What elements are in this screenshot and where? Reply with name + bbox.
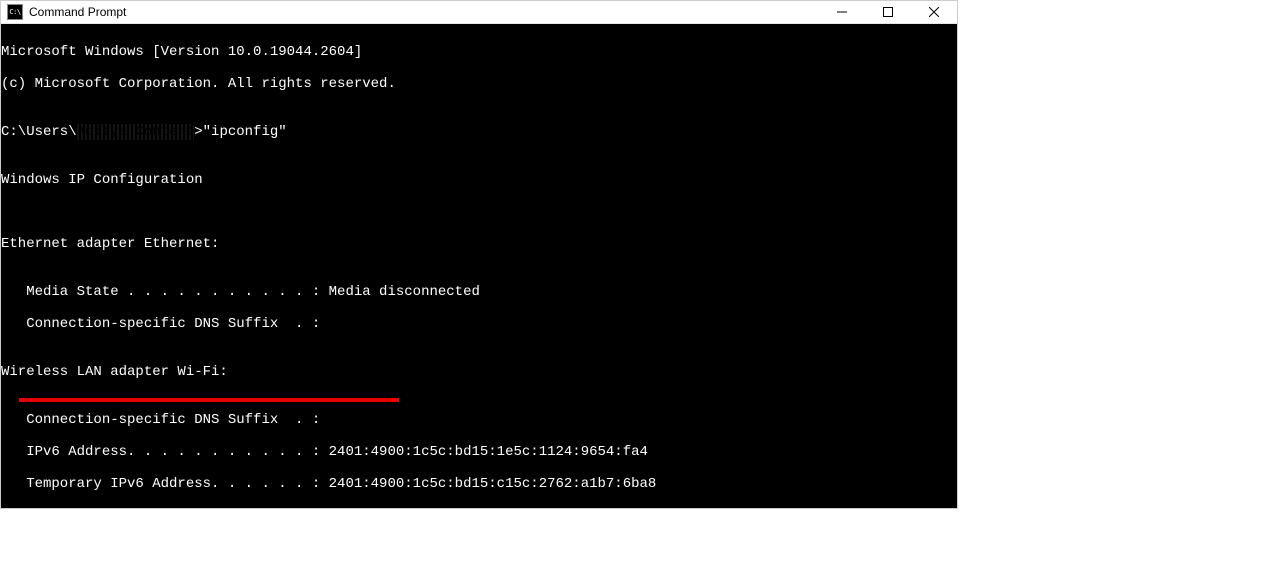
output-line: Connection-specific DNS Suffix . : <box>1 412 957 428</box>
cmd-icon: C:\ <box>7 4 23 20</box>
output-line: Microsoft Windows [Version 10.0.19044.26… <box>1 44 957 60</box>
output-line: Windows IP Configuration <box>1 172 957 188</box>
window-title: Command Prompt <box>29 5 819 19</box>
titlebar[interactable]: C:\ Command Prompt <box>1 1 957 24</box>
output-line: IPv6 Address. . . . . . . . . . . : 2401… <box>1 444 957 460</box>
close-button[interactable] <box>911 1 957 23</box>
window-controls <box>819 1 957 23</box>
redacted-user: Aditya Content <box>77 124 195 140</box>
highlight-underline <box>19 398 399 402</box>
terminal-output[interactable]: Microsoft Windows [Version 10.0.19044.26… <box>1 24 957 508</box>
output-line: Connection-specific DNS Suffix . : <box>1 316 957 332</box>
prompt-line: C:\Users\Aditya Content>"ipconfig" <box>1 124 957 140</box>
cmd-icon-glyph: C:\ <box>9 9 20 16</box>
prompt-path: C:\Users\ <box>1 124 77 140</box>
maximize-button[interactable] <box>865 1 911 23</box>
output-line: Media State . . . . . . . . . . . : Medi… <box>1 284 957 300</box>
output-line: (c) Microsoft Corporation. All rights re… <box>1 76 957 92</box>
prompt-cmd: >"ipconfig" <box>194 124 286 140</box>
output-line: Temporary IPv6 Address. . . . . . : 2401… <box>1 476 957 492</box>
command-prompt-window: C:\ Command Prompt Microsoft Windows [Ve… <box>0 0 958 509</box>
adapter-header: Wireless LAN adapter Wi-Fi: <box>1 364 957 380</box>
adapter-header: Ethernet adapter Ethernet: <box>1 236 957 252</box>
minimize-button[interactable] <box>819 1 865 23</box>
